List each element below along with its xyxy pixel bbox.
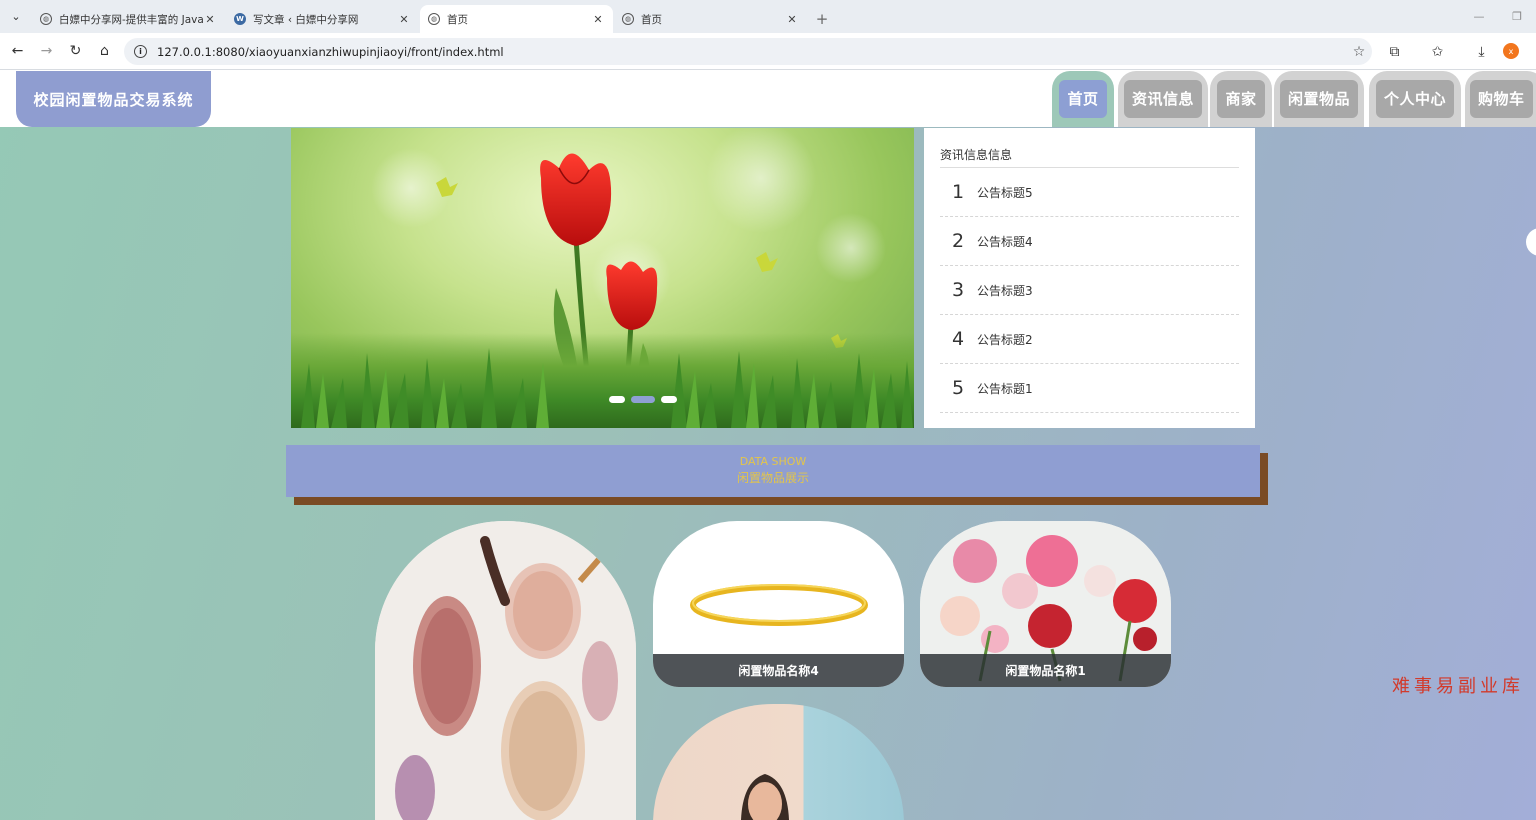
news-number: 5 <box>952 377 965 399</box>
tab-close-icon[interactable]: ✕ <box>397 13 411 26</box>
profile-avatar[interactable]: x <box>1503 43 1519 59</box>
address-bar: ← → ↻ ⌂ i 127.0.0.1:8080/xiaoyuanxianzhi… <box>0 33 1536 70</box>
product-card[interactable]: 闲置物品名称4 <box>653 521 904 687</box>
side-float-handle[interactable] <box>1526 228 1536 256</box>
news-panel: 资讯信息信息 1 公告标题5 2 公告标题4 3 公告标题3 4 公告标题2 5… <box>924 128 1255 428</box>
news-list-item[interactable]: 4 公告标题2 <box>940 315 1239 364</box>
browser-tab[interactable]: ◍ 白嫖中分享网-提供丰富的 Java ✕ <box>32 5 225 33</box>
model-photo-image <box>741 774 789 820</box>
news-list-item[interactable]: 1 公告标题5 <box>940 168 1239 217</box>
nav-item-merchants[interactable]: 商家 <box>1210 71 1272 127</box>
product-card-model[interactable] <box>653 704 904 820</box>
nav-item-cart[interactable]: 购物车 <box>1465 71 1536 127</box>
restore-icon[interactable]: ❐ <box>1498 0 1536 33</box>
globe-icon: ◍ <box>622 13 634 25</box>
grass-decoration <box>291 333 914 428</box>
nav-label: 商家 <box>1217 80 1265 118</box>
tab-close-icon[interactable]: ✕ <box>203 13 217 26</box>
carousel-banner[interactable] <box>291 128 914 428</box>
reload-icon[interactable]: ↻ <box>61 37 90 66</box>
news-list-item[interactable]: 3 公告标题3 <box>940 266 1239 315</box>
site-title[interactable]: 校园闲置物品交易系统 <box>16 71 211 127</box>
news-title[interactable]: 公告标题1 <box>977 380 1033 397</box>
news-list-item[interactable]: 2 公告标题4 <box>940 217 1239 266</box>
tab-search-chevron-icon[interactable]: ⌄ <box>0 0 32 33</box>
browser-tab[interactable]: ◍ 首页 ✕ <box>614 5 807 33</box>
carousel-dot-active[interactable] <box>631 396 655 403</box>
news-title[interactable]: 公告标题3 <box>977 282 1033 299</box>
product-name: 闲置物品名称1 <box>920 654 1171 687</box>
news-list-item[interactable]: 5 公告标题1 <box>940 364 1239 413</box>
news-title[interactable]: 公告标题5 <box>977 184 1033 201</box>
bookmark-star-icon[interactable]: ☆ <box>1346 44 1372 60</box>
product-card-cosmetics[interactable] <box>375 521 636 820</box>
product-name: 闲置物品名称4 <box>653 654 904 687</box>
site-info-icon[interactable]: i <box>134 45 147 58</box>
section-heading: DATA SHOW 闲置物品展示 <box>286 445 1260 497</box>
nav-label: 资讯信息 <box>1123 80 1202 118</box>
back-arrow-icon[interactable]: ← <box>3 37 32 66</box>
tab-title: 白嫖中分享网-提供丰富的 Java <box>59 13 203 26</box>
window-controls: — ❐ <box>1460 0 1536 33</box>
minimize-icon[interactable]: — <box>1460 0 1498 33</box>
product-card[interactable]: 闲置物品名称1 <box>920 521 1171 687</box>
nav-item-home[interactable]: 首页 <box>1052 71 1114 127</box>
nav-item-profile[interactable]: 个人中心 <box>1369 71 1461 127</box>
news-title[interactable]: 公告标题2 <box>977 331 1033 348</box>
wordpress-icon: W <box>234 13 246 25</box>
browser-tab[interactable]: W 写文章 ‹ 白嫖中分享网 ✕ <box>226 5 419 33</box>
browser-tab-bar: ⌄ ◍ 白嫖中分享网-提供丰富的 Java ✕ W 写文章 ‹ 白嫖中分享网 ✕… <box>0 0 1536 33</box>
nav-item-news[interactable]: 资讯信息 <box>1118 71 1208 127</box>
nav-label: 购物车 <box>1470 80 1533 118</box>
url-text: 127.0.0.1:8080/xiaoyuanxianzhiwupinjiaoy… <box>157 44 504 59</box>
extensions-icon[interactable]: ⧉ <box>1381 38 1408 65</box>
watermark-text: 难事易副业库 <box>1392 676 1524 697</box>
tab-title: 首页 <box>641 13 662 26</box>
news-title[interactable]: 公告标题4 <box>977 233 1033 250</box>
section-title-en: DATA SHOW <box>739 455 807 468</box>
forward-arrow-icon[interactable]: → <box>32 37 61 66</box>
news-heading: 资讯信息信息 <box>940 146 1239 168</box>
nav-label: 闲置物品 <box>1279 80 1358 118</box>
browser-tab-active[interactable]: ◍ 首页 ✕ <box>420 5 613 33</box>
site-header: 校园闲置物品交易系统 首页 资讯信息 商家 闲置物品 个人中心 购物车 <box>0 71 1536 127</box>
tab-title: 写文章 ‹ 白嫖中分享网 <box>253 13 359 26</box>
nav-label: 首页 <box>1059 80 1107 118</box>
news-number: 3 <box>952 279 965 301</box>
carousel-dot[interactable] <box>661 396 677 403</box>
carousel-dot[interactable] <box>609 396 625 403</box>
tab-close-icon[interactable]: ✕ <box>785 13 799 26</box>
tab-title: 首页 <box>447 13 468 26</box>
download-icon[interactable]: ⤓ <box>1468 38 1495 65</box>
nav-item-idle-goods[interactable]: 闲置物品 <box>1274 71 1364 127</box>
globe-icon: ◍ <box>40 13 52 25</box>
news-number: 4 <box>952 328 965 350</box>
news-number: 2 <box>952 230 965 252</box>
nav-label: 个人中心 <box>1375 80 1454 118</box>
favorites-icon[interactable]: ✩ <box>1424 38 1451 65</box>
tab-close-icon[interactable]: ✕ <box>591 13 605 26</box>
new-tab-icon[interactable]: + <box>808 5 836 33</box>
page-content: 校园闲置物品交易系统 首页 资讯信息 商家 闲置物品 个人中心 购物车 资讯信息… <box>0 71 1536 820</box>
cosmetics-image <box>375 521 636 820</box>
url-input[interactable]: i 127.0.0.1:8080/xiaoyuanxianzhiwupinjia… <box>124 38 1372 65</box>
carousel-indicators <box>609 396 677 403</box>
home-icon[interactable]: ⌂ <box>90 37 119 66</box>
globe-icon: ◍ <box>428 13 440 25</box>
news-number: 1 <box>952 181 965 203</box>
section-title-cn: 闲置物品展示 <box>736 471 809 485</box>
